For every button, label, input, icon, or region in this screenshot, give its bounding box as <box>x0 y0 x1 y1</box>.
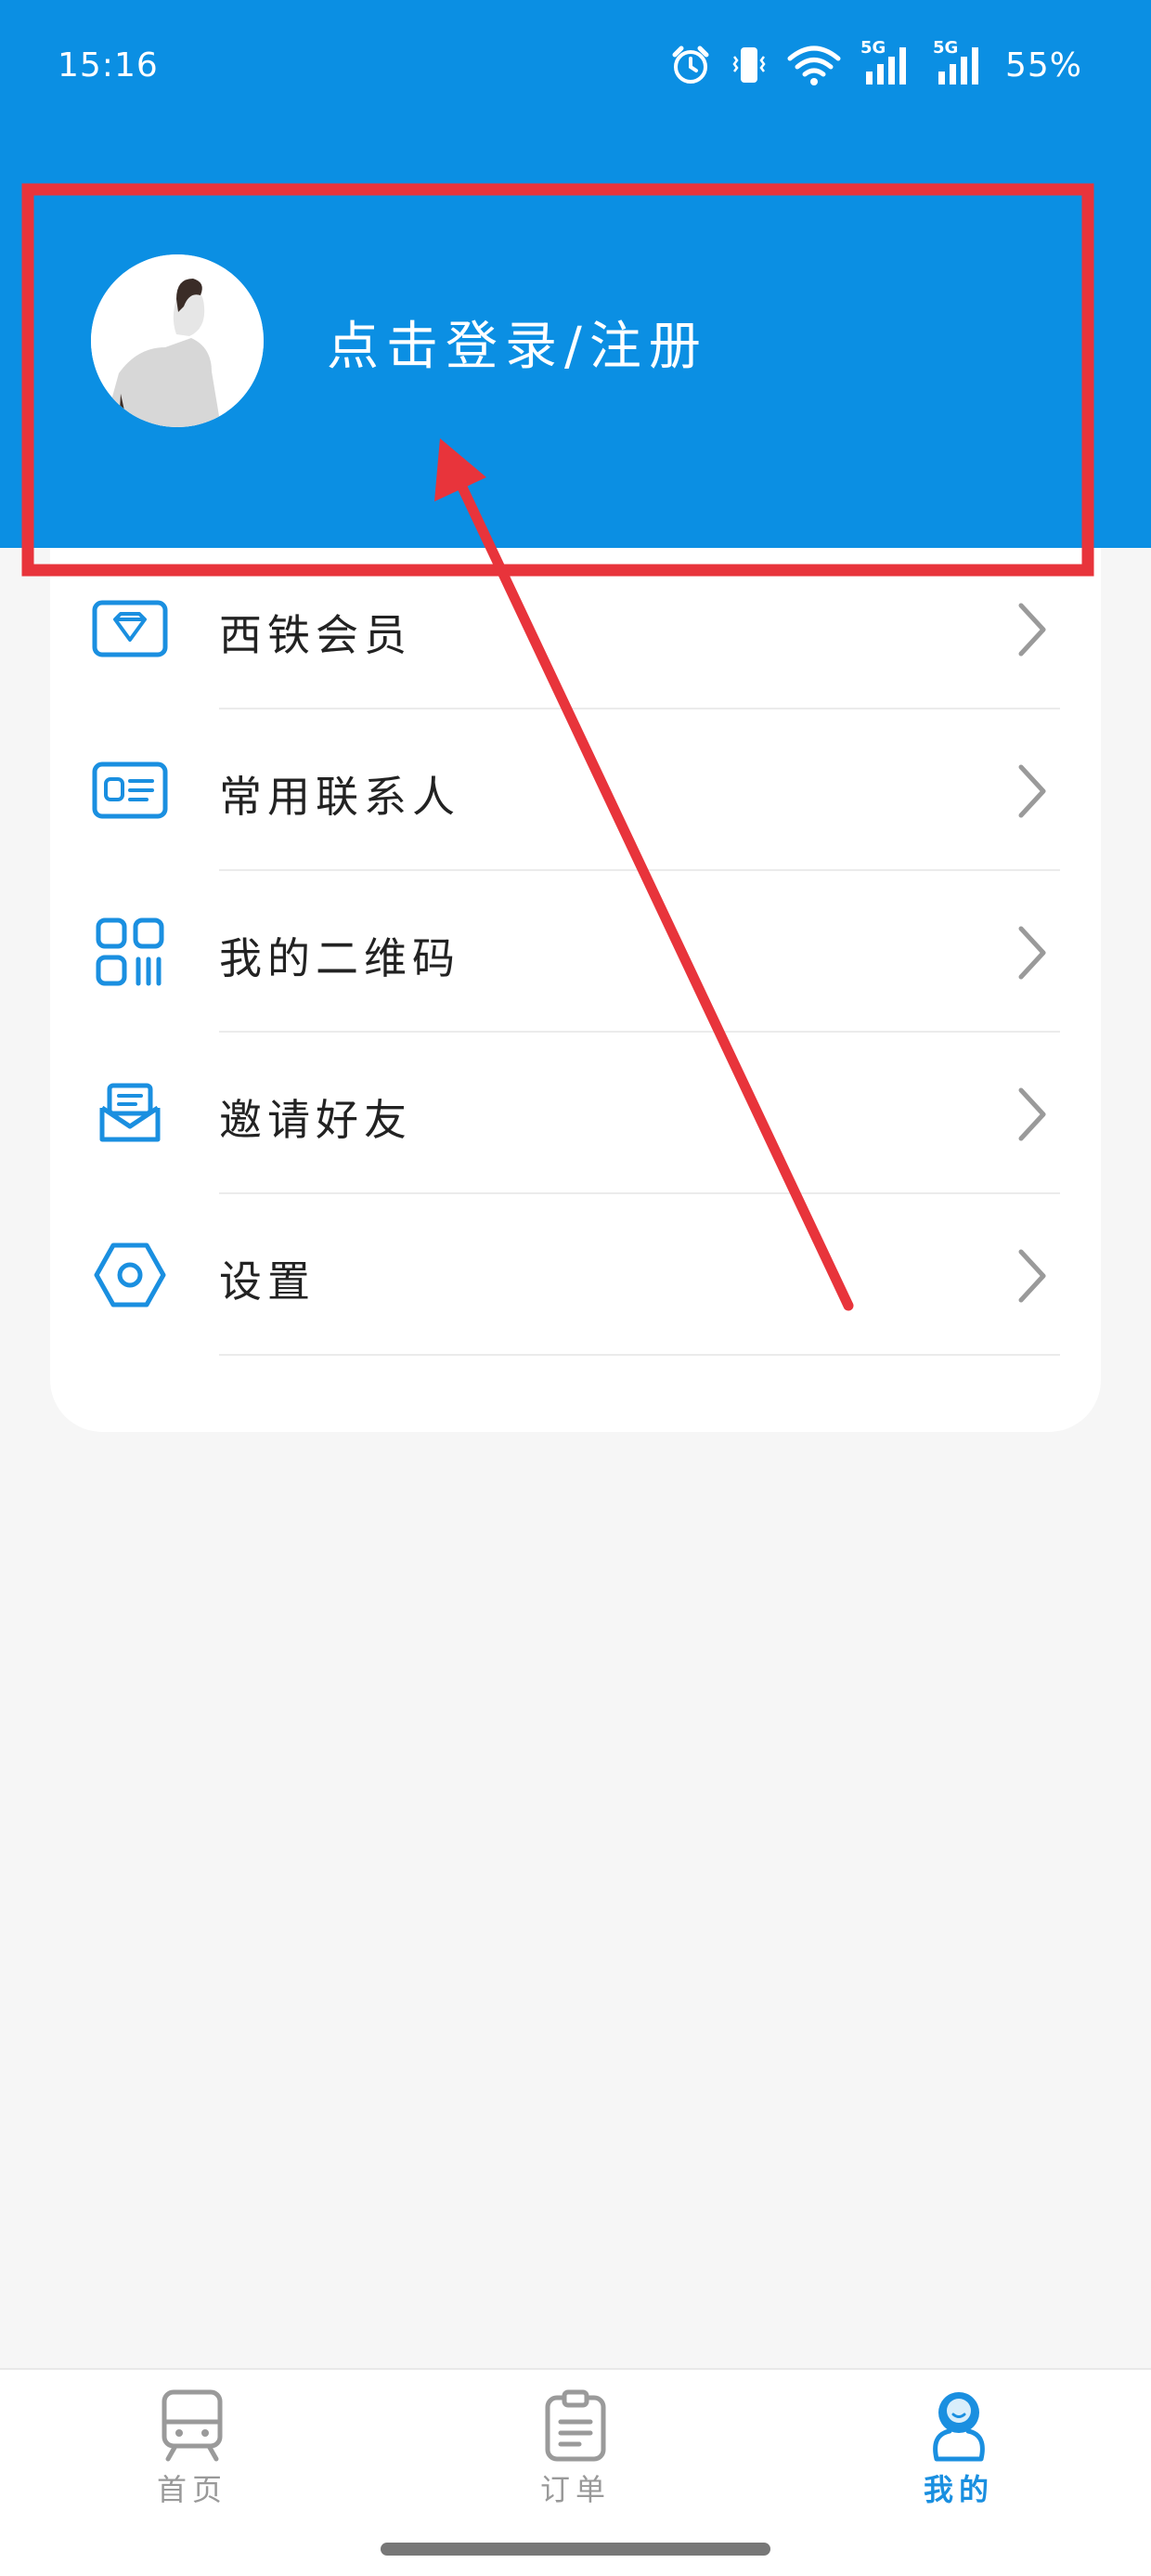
status-time: 15:16 <box>58 46 159 85</box>
signal-2-icon: 5G <box>933 38 987 86</box>
qr-code-icon <box>91 917 169 986</box>
clipboard-icon <box>545 2389 606 2462</box>
nav-label-mine: 我的 <box>923 2472 994 2507</box>
nav-item-mine[interactable]: 我的 <box>866 2388 1052 2528</box>
invite-mail-icon <box>91 1079 169 1148</box>
menu-label: 常用联系人 <box>219 772 460 822</box>
battery-percentage: 55% <box>1004 46 1082 85</box>
menu-item-membership[interactable]: 西铁会员 <box>50 548 1101 709</box>
menu-card: 西铁会员 常用联系人 我的二维码 邀请好友 设置 <box>50 548 1101 1432</box>
login-area[interactable]: 点击登录/注册 <box>28 186 1095 557</box>
chevron-right-icon <box>1018 764 1046 818</box>
chevron-right-icon <box>1018 1087 1046 1141</box>
menu-item-invite-friends[interactable]: 邀请好友 <box>50 1033 1101 1194</box>
menu-label: 设置 <box>219 1256 316 1307</box>
chevron-right-icon <box>1018 1249 1046 1303</box>
nav-label-home: 首页 <box>156 2472 227 2507</box>
menu-label: 西铁会员 <box>219 610 412 660</box>
avatar[interactable] <box>91 254 264 427</box>
nav-item-home[interactable]: 首页 <box>99 2388 285 2528</box>
wifi-icon <box>787 46 841 85</box>
menu-label: 我的二维码 <box>219 933 460 983</box>
network-2-label: 5G <box>932 38 959 58</box>
signal-1-icon: 5G <box>860 38 914 86</box>
chevron-right-icon <box>1018 603 1046 657</box>
default-avatar-icon <box>91 254 264 427</box>
menu-item-qr-code[interactable]: 我的二维码 <box>50 871 1101 1033</box>
user-icon <box>933 2392 985 2462</box>
menu-label: 邀请好友 <box>219 1095 412 1145</box>
alarm-icon <box>672 46 709 84</box>
login-register-link[interactable]: 点击登录/注册 <box>327 305 708 380</box>
divider <box>219 1354 1060 1356</box>
menu-item-contacts[interactable]: 常用联系人 <box>50 709 1101 871</box>
vibrate-icon <box>732 47 766 83</box>
network-1-label: 5G <box>860 38 886 58</box>
settings-hex-icon <box>91 1241 169 1309</box>
train-icon <box>162 2389 223 2462</box>
status-bar: 15:16 5G 5G 55% <box>0 0 1151 139</box>
nav-label-orders: 订单 <box>539 2472 611 2507</box>
status-icons: 5G 5G 55% <box>669 38 1082 89</box>
contact-card-icon <box>91 756 169 825</box>
home-indicator[interactable] <box>381 2543 770 2556</box>
chevron-right-icon <box>1018 926 1046 980</box>
diamond-icon <box>91 594 169 663</box>
menu-item-settings[interactable]: 设置 <box>50 1194 1101 1356</box>
nav-item-orders[interactable]: 订单 <box>483 2388 668 2528</box>
